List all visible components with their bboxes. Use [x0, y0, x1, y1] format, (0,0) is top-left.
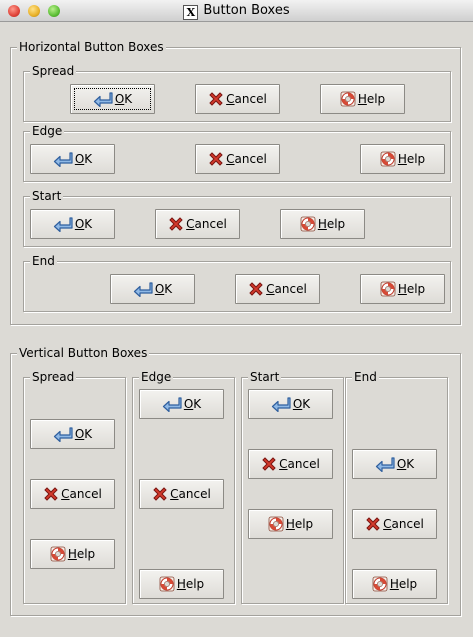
horizontal-frame-label: Horizontal Button Boxes	[17, 39, 166, 55]
v-end-cancel-button[interactable]: Cancel	[352, 509, 437, 539]
lifebuoy-icon	[159, 576, 175, 592]
h-start-help-button[interactable]: Help	[280, 209, 365, 239]
h-edge-cancel-button[interactable]: Cancel	[195, 144, 280, 174]
lifebuoy-icon	[300, 216, 316, 232]
v-edge-label: Edge	[139, 369, 174, 385]
v-start-ok-button[interactable]: OK	[248, 389, 333, 419]
v-edge-help-button[interactable]: Help	[139, 569, 224, 599]
red-x-icon	[248, 281, 264, 297]
h-edge-ok-button[interactable]: OK	[30, 144, 115, 174]
red-x-icon	[208, 151, 224, 167]
v-edge-frame: Edge OK Cancel Help	[132, 369, 235, 604]
h-spread-cancel-button[interactable]: Cancel	[195, 84, 280, 114]
v-edge-ok-button[interactable]: OK	[139, 389, 224, 419]
h-end-ok-button[interactable]: OK	[110, 274, 195, 304]
v-spread-ok-button[interactable]: OK	[30, 419, 115, 449]
v-spread-frame: Spread OK Cancel Help	[23, 369, 126, 604]
v-end-label: End	[352, 369, 379, 385]
lifebuoy-icon	[340, 91, 356, 107]
horizontal-button-boxes-frame: Horizontal Button Boxes Spread OK Cancel…	[10, 39, 461, 325]
h-edge-label: Edge	[30, 123, 65, 139]
lifebuoy-icon	[50, 546, 66, 562]
red-x-icon	[152, 486, 168, 502]
h-start-ok-button[interactable]: OK	[30, 209, 115, 239]
h-end-label: End	[30, 253, 57, 269]
h-spread-ok-button[interactable]: OK	[70, 84, 155, 114]
h-start-frame: Start OK Cancel Help	[23, 188, 451, 247]
lifebuoy-icon	[380, 151, 396, 167]
ok-arrow-icon	[375, 456, 395, 472]
h-edge-frame: Edge OK Cancel Help	[23, 123, 451, 182]
red-x-icon	[365, 516, 381, 532]
h-spread-help-button[interactable]: Help	[320, 84, 405, 114]
ok-arrow-icon	[53, 216, 73, 232]
ok-arrow-icon	[271, 396, 291, 412]
ok-arrow-icon	[162, 396, 182, 412]
window-title: Button Boxes	[203, 3, 290, 18]
h-end-frame: End OK Cancel Help	[23, 253, 451, 312]
v-end-frame: End OK Cancel Help	[345, 369, 448, 604]
v-end-help-button[interactable]: Help	[352, 569, 437, 599]
window-title-wrap: X Button Boxes	[0, 3, 473, 20]
lifebuoy-icon	[372, 576, 388, 592]
ok-arrow-icon	[133, 281, 153, 297]
v-start-label: Start	[248, 369, 282, 385]
title-bar: X Button Boxes	[0, 0, 473, 22]
v-start-help-button[interactable]: Help	[248, 509, 333, 539]
lifebuoy-icon	[268, 516, 284, 532]
red-x-icon	[261, 456, 277, 472]
v-spread-label: Spread	[30, 369, 77, 385]
h-end-help-button[interactable]: Help	[360, 274, 445, 304]
v-edge-cancel-button[interactable]: Cancel	[139, 479, 224, 509]
red-x-icon	[43, 486, 59, 502]
v-spread-help-button[interactable]: Help	[30, 539, 115, 569]
v-spread-cancel-button[interactable]: Cancel	[30, 479, 115, 509]
ok-arrow-icon	[93, 91, 113, 107]
v-start-frame: Start OK Cancel Help	[241, 369, 344, 604]
v-start-cancel-button[interactable]: Cancel	[248, 449, 333, 479]
ok-arrow-icon	[53, 151, 73, 167]
red-x-icon	[208, 91, 224, 107]
h-end-cancel-button[interactable]: Cancel	[235, 274, 320, 304]
h-spread-frame: Spread OK Cancel Help	[23, 63, 451, 122]
h-start-label: Start	[30, 188, 64, 204]
red-x-icon	[168, 216, 184, 232]
h-start-cancel-button[interactable]: Cancel	[155, 209, 240, 239]
v-end-ok-button[interactable]: OK	[352, 449, 437, 479]
ok-arrow-icon	[53, 426, 73, 442]
h-edge-help-button[interactable]: Help	[360, 144, 445, 174]
vertical-button-boxes-frame: Vertical Button Boxes Spread OK Cancel H…	[10, 345, 461, 616]
x11-icon: X	[183, 5, 199, 20]
lifebuoy-icon	[380, 281, 396, 297]
vertical-frame-label: Vertical Button Boxes	[17, 345, 150, 361]
h-spread-label: Spread	[30, 63, 77, 79]
